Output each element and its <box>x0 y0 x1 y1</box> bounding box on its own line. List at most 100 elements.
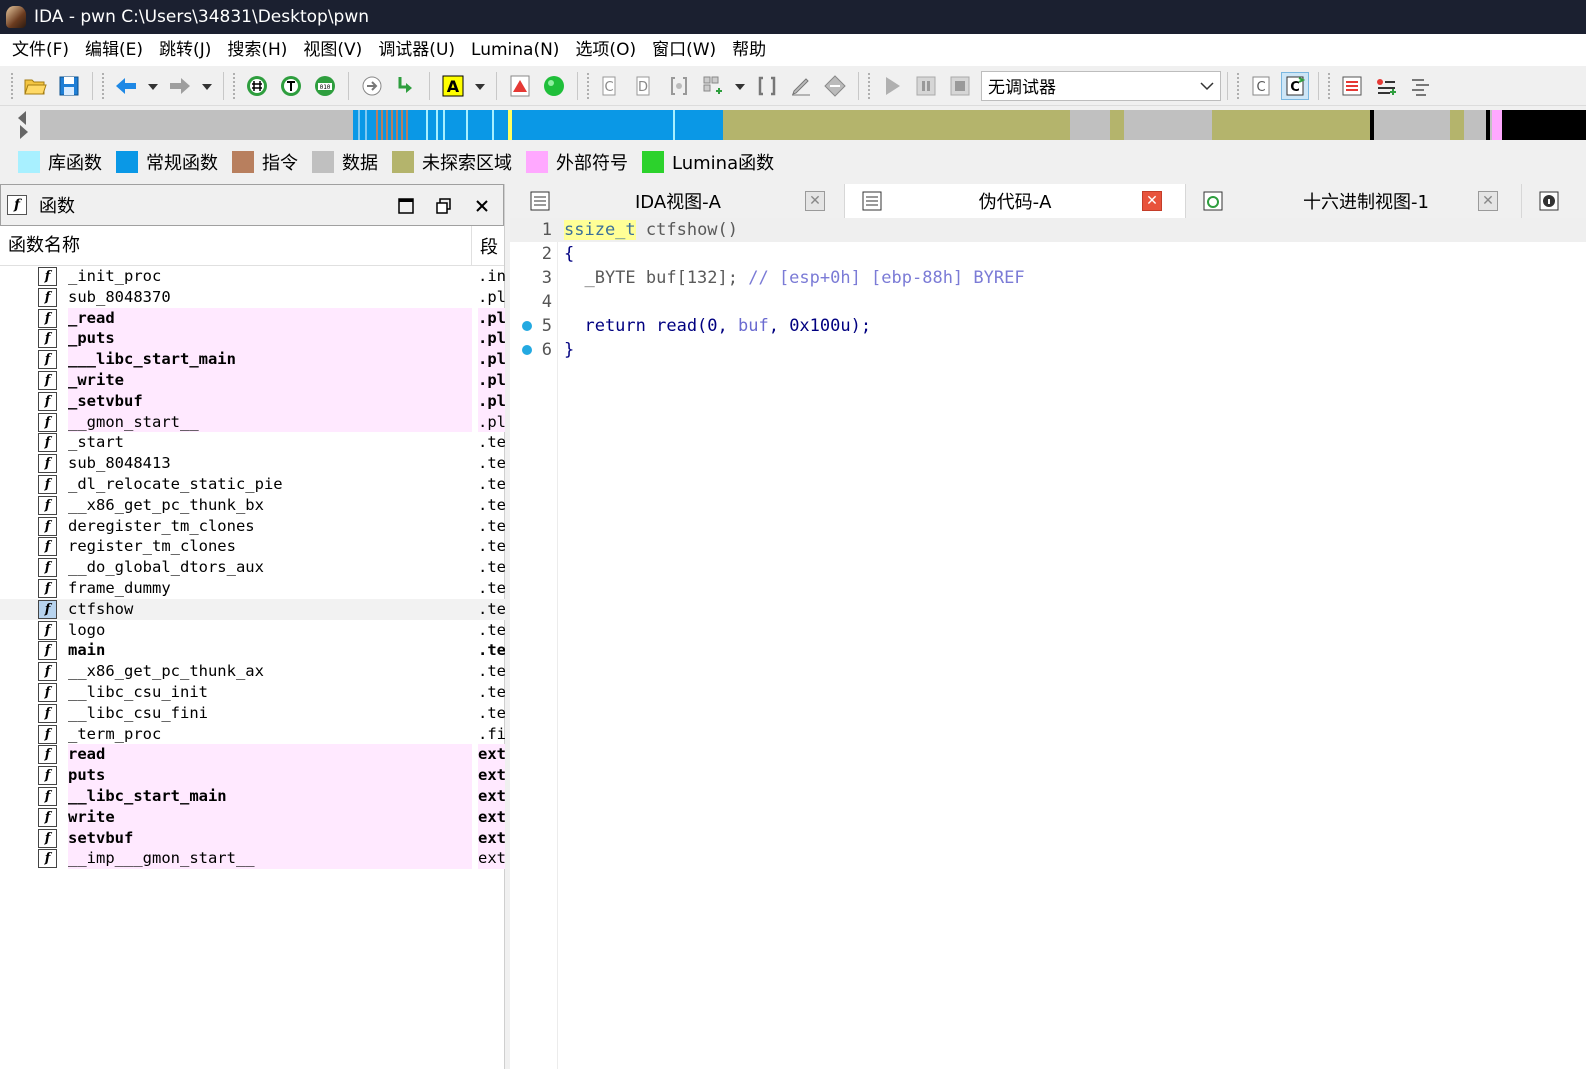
close-icon[interactable]: ✕ <box>805 191 825 211</box>
toolbar-grip[interactable] <box>1236 71 1240 100</box>
play-icon[interactable] <box>878 72 906 100</box>
rename-pen-icon[interactable] <box>787 72 815 100</box>
step-into-icon[interactable] <box>358 72 386 100</box>
function-row[interactable]: f deregister_tm_clones .text <box>0 516 505 537</box>
menu-windows[interactable]: 窗口(W) <box>644 34 724 66</box>
function-row[interactable]: f _start .text <box>0 432 505 453</box>
function-row[interactable]: f _write .plt <box>0 369 505 391</box>
toolbar-grip[interactable] <box>232 71 236 100</box>
save-icon[interactable] <box>55 72 83 100</box>
pseudocode-panel[interactable]: 1 ssize_t ctfshow() 2 { 3 _BYTE buf[132]… <box>510 218 1586 1069</box>
toolbar-grip[interactable] <box>867 71 871 100</box>
navigation-strip[interactable] <box>40 110 1586 140</box>
column-segment[interactable]: 段 <box>472 233 498 259</box>
sync-pseudocode-icon[interactable]: C <box>1281 71 1309 100</box>
function-row[interactable]: f __x86_get_pc_thunk_bx .text <box>0 495 505 516</box>
function-row[interactable]: f frame_dummy .text <box>0 578 505 599</box>
menu-lumina[interactable]: Lumina(N) <box>463 34 567 66</box>
hex-view-icon[interactable]: 010 <box>311 72 339 100</box>
code-line[interactable]: 2 { <box>510 242 1586 266</box>
close-icon[interactable] <box>469 193 495 219</box>
breakpoint-list-icon[interactable] <box>506 72 534 100</box>
highlight-dropdown-icon[interactable] <box>473 72 487 100</box>
code-icon[interactable]: C <box>597 72 625 100</box>
pause-icon[interactable] <box>912 72 940 100</box>
tab-hex-view[interactable]: 十六进制视图-1 ✕ <box>1186 184 1522 218</box>
jump-arrow-icon[interactable] <box>392 72 420 100</box>
nav-arrows[interactable] <box>14 110 34 142</box>
toolbar-grip[interactable] <box>101 71 105 100</box>
function-row[interactable]: f __libc_csu_init .text <box>0 682 505 703</box>
function-row[interactable]: flogo .text <box>0 620 505 641</box>
code-line[interactable]: 4 <box>510 290 1586 314</box>
function-row[interactable]: f __do_global_dtors_aux .text <box>0 557 505 578</box>
menu-help[interactable]: 帮助 <box>724 34 774 66</box>
function-row[interactable]: f _puts .plt <box>0 328 505 350</box>
maximize-icon[interactable] <box>393 193 419 219</box>
tab-overflow[interactable] <box>1522 184 1586 218</box>
data-icon[interactable]: D <box>631 72 659 100</box>
highlight-text-icon[interactable]: A <box>439 72 467 100</box>
function-row[interactable]: f ___libc_start_main .plt <box>0 349 505 370</box>
function-row[interactable]: f __gmon_start__ .plt <box>0 411 505 433</box>
function-row[interactable]: f __libc_start_main extern <box>0 785 505 807</box>
svg-text:C: C <box>1290 80 1300 95</box>
menu-debugger[interactable]: 调试器(U) <box>370 34 463 66</box>
undefine-icon[interactable] <box>821 72 849 100</box>
function-row[interactable]: f __x86_get_pc_thunk_ax .text <box>0 661 505 682</box>
menu-file[interactable]: 文件(F) <box>4 34 77 66</box>
menu-search[interactable]: 搜索(H) <box>219 34 295 66</box>
function-row[interactable]: f __imp___gmon_start__ extern <box>0 848 505 870</box>
function-row[interactable]: f register_tm_clones .text <box>0 536 505 557</box>
open-folder-icon[interactable] <box>21 72 49 100</box>
tab-ida-view[interactable]: IDA视图-A ✕ <box>513 184 845 218</box>
close-icon[interactable]: ✕ <box>1478 191 1498 211</box>
float-window-icon[interactable] <box>431 193 457 219</box>
function-row[interactable]: f _init_proc .init <box>0 266 505 287</box>
function-row[interactable]: f sub_8048370 .plt <box>0 287 505 308</box>
code-line[interactable]: 1 ssize_t ctfshow() <box>510 218 1586 242</box>
debugger-select[interactable]: 无调试器 <box>981 70 1221 101</box>
function-row-selected[interactable]: f ctfshow .text <box>0 598 505 620</box>
forward-dropdown-icon[interactable] <box>200 72 214 100</box>
function-row[interactable]: f setvbuf extern <box>0 827 505 849</box>
array-icon[interactable] <box>753 72 781 100</box>
back-dropdown-icon[interactable] <box>146 72 160 100</box>
function-row[interactable]: f sub_8048413 .text <box>0 453 505 474</box>
function-row[interactable]: fread extern <box>0 744 505 766</box>
function-bracket-icon[interactable] <box>665 72 693 100</box>
column-function-name[interactable]: 函数名称 <box>0 225 472 266</box>
add-breakpoint-icon[interactable] <box>1372 72 1400 100</box>
function-row[interactable]: fmain .text <box>0 640 505 661</box>
function-row[interactable]: fwrite extern <box>0 806 505 828</box>
list-view-icon[interactable] <box>1338 72 1366 100</box>
function-row[interactable]: f __libc_csu_fini .text <box>0 703 505 724</box>
code-line[interactable]: 6 } <box>510 338 1586 362</box>
function-row[interactable]: fputs extern <box>0 765 505 786</box>
text-view-icon[interactable] <box>277 72 305 100</box>
code-line[interactable]: 5 return read(0, buf, 0x100u); <box>510 314 1586 338</box>
toolbar-grip[interactable] <box>1327 71 1331 100</box>
pseudocode-c-icon[interactable]: C <box>1247 72 1275 100</box>
function-row[interactable]: f _term_proc .fini <box>0 724 505 745</box>
toolbar-grip[interactable] <box>10 71 14 100</box>
function-row[interactable]: f _dl_relocate_static_pie .text <box>0 474 505 495</box>
forward-arrow-icon[interactable] <box>166 72 194 100</box>
menu-view[interactable]: 视图(V) <box>295 34 370 66</box>
stop-icon[interactable] <box>946 72 974 100</box>
menu-jump[interactable]: 跳转(J) <box>151 34 219 66</box>
breakpoint-options-icon[interactable] <box>1406 72 1434 100</box>
function-row[interactable]: f _read .plt <box>0 307 505 329</box>
lumina-green-icon[interactable] <box>540 72 568 100</box>
tab-pseudocode[interactable]: 伪代码-A ✕ <box>845 184 1186 218</box>
toolbar-grip[interactable] <box>586 71 590 100</box>
struct-icon[interactable] <box>699 72 727 100</box>
menu-options[interactable]: 选项(O) <box>567 34 644 66</box>
struct-dropdown-icon[interactable] <box>733 72 747 100</box>
back-arrow-icon[interactable] <box>112 72 140 100</box>
code-line[interactable]: 3 _BYTE buf[132]; // [esp+0h] [ebp-88h] … <box>510 266 1586 290</box>
menu-edit[interactable]: 编辑(E) <box>77 34 151 66</box>
function-row[interactable]: f _setvbuf .plt <box>0 390 505 412</box>
close-icon[interactable]: ✕ <box>1142 191 1162 211</box>
hash-graph-icon[interactable] <box>243 72 271 100</box>
